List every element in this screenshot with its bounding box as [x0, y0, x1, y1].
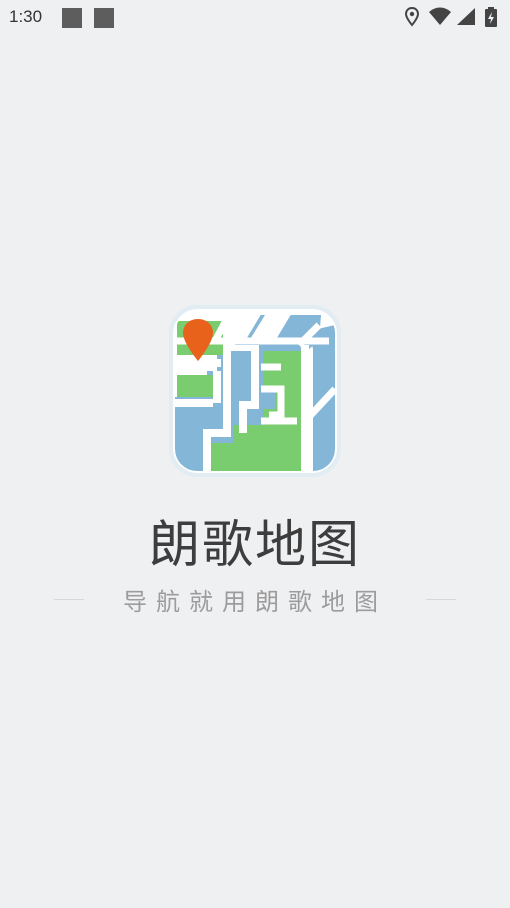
- slogan: 导航就用朗歌地图: [123, 588, 387, 616]
- app-name: 朗歌地图: [148, 516, 361, 575]
- slogan-row: 导航就用朗歌地图: [0, 582, 510, 616]
- notification-icon: [94, 8, 114, 28]
- status-bar: 1:30: [0, 0, 510, 34]
- notification-icon: [62, 8, 82, 28]
- app-icon: [169, 305, 341, 477]
- wifi-icon: [429, 7, 451, 25]
- signal-icon: [457, 8, 475, 25]
- battery-charging-icon: [485, 7, 497, 27]
- status-time: 1:30: [9, 7, 43, 26]
- slogan-divider-left: [54, 599, 84, 600]
- status-icons: [402, 6, 502, 28]
- slogan-divider-right: [426, 599, 456, 600]
- location-icon: [404, 6, 420, 27]
